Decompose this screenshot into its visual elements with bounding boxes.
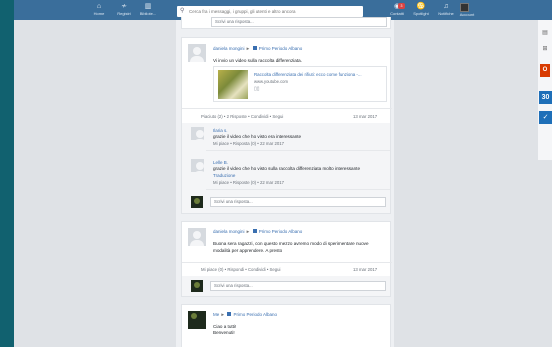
group-icon (252, 46, 257, 50)
post-2-actions[interactable]: Mi piace (0) • Rispondi • Condividi • Se… (201, 267, 281, 272)
reply-2-text: grazie il video che ho visto sulla racco… (213, 166, 360, 171)
post-1-text: Vi invio un video sulla raccolta differe… (213, 58, 302, 63)
nav-biblioteca-label: Bibliote... (139, 11, 157, 16)
reply-1-author[interactable]: Ilaria s. (213, 128, 228, 133)
reply-2-translate-link[interactable]: Traduzione (213, 173, 235, 178)
nav-contatti-label: Contatti (390, 11, 404, 16)
post-2-group[interactable]: Primo Periodo Albano (259, 229, 303, 234)
divider (206, 150, 390, 151)
group-icon (227, 312, 232, 316)
nav-account[interactable]: Account (452, 12, 482, 17)
link-title[interactable]: Raccolta differenziata dei rifiuti: ecco… (254, 72, 362, 77)
nav-biblioteca[interactable]: ▥ Bibliote... (133, 2, 163, 16)
bell-icon: ♫ (443, 3, 449, 10)
post-3-group[interactable]: Primo Periodo Albano (234, 312, 278, 317)
calendar-30-icon[interactable]: 30 (539, 91, 552, 104)
post-2-author[interactable]: daniela mongini ► Primo Periodo Albano (213, 229, 302, 234)
divider (182, 262, 392, 263)
post-3-avatar[interactable] (188, 311, 206, 329)
divider (182, 108, 392, 109)
video-thumbnail[interactable] (218, 70, 248, 99)
post-1-actions[interactable]: Piaciuto (2) • 2 Risposte • Condividi • … (201, 114, 283, 119)
reply-2-author[interactable]: Lelle B. (213, 160, 228, 165)
post-card-3: Me ► Primo Periodo Albano Ciao a tutti! … (181, 304, 391, 347)
link-url: www.youtube.com (254, 79, 288, 84)
post-3-line-2: Benvenuti! (213, 330, 235, 335)
calendar-icon[interactable]: ▤ (540, 28, 550, 38)
tasks-icon[interactable]: ✓ (539, 111, 552, 124)
post-1-group[interactable]: Primo Periodo Albano (259, 46, 303, 51)
post-1-avatar[interactable] (188, 44, 206, 62)
post-2-text: Buona sera ragazzi, con questo mezzo avr… (213, 241, 369, 253)
contacts-badge: 3 (398, 3, 405, 9)
post-2-avatar[interactable] (188, 228, 206, 246)
post-3-author[interactable]: Me ► Primo Periodo Albano (213, 312, 277, 317)
search-icon: ⚲ (180, 8, 185, 14)
reply-1-meta[interactable]: Mi piace • Risposta (0) • 22 mar 2017 (213, 141, 284, 146)
post-2-date: 13 mar 2017 (353, 267, 378, 272)
post-card-1: daniela mongini ► Primo Periodo Albano V… (181, 37, 392, 214)
post-1-date: 13 mar 2017 (353, 114, 378, 119)
my-avatar (191, 280, 203, 292)
post-2-reply-input[interactable]: Scrivi una risposta... (210, 281, 386, 291)
post-1-author[interactable]: daniela mongini ► Primo Periodo Albano (213, 46, 302, 51)
reply-1-text: grazie il video che ho visto era interes… (213, 134, 302, 139)
nav-account-label: Account (459, 12, 475, 17)
library-icon: ▥ (144, 3, 152, 10)
my-avatar (191, 196, 203, 208)
reply-2-avatar[interactable] (191, 159, 207, 177)
post-card-2: daniela mongini ► Primo Periodo Albano B… (181, 221, 392, 297)
top-reply-input[interactable]: Scrivi una risposta... (211, 17, 387, 27)
reply-1-avatar[interactable] (191, 127, 207, 145)
reply-2-meta[interactable]: Mi piace • Risposte (0) • 22 mar 2017 (213, 180, 284, 185)
nav-home-label: Home (93, 11, 105, 16)
left-side-band (0, 0, 14, 347)
group-icon (252, 229, 257, 233)
search-input[interactable] (189, 7, 359, 16)
nav-registri-label: Registri (117, 11, 131, 16)
book-icon: ▯▯ (254, 86, 260, 92)
office-icon[interactable]: O (540, 64, 550, 77)
post-1-link-preview[interactable]: Raccolta differenziata dei rifiuti: ecco… (213, 66, 387, 102)
post-1-reply-input[interactable]: Scrivi una risposta... (210, 197, 386, 207)
account-avatar[interactable] (460, 3, 469, 12)
divider (206, 189, 390, 190)
grid-icon[interactable]: ⊞ (540, 44, 550, 54)
top-reply-card: Scrivi una risposta... (181, 17, 391, 29)
nav-spotlight-label: Spotlight (413, 11, 429, 16)
search-box[interactable]: ⚲ (177, 6, 363, 17)
right-rail (538, 20, 552, 160)
